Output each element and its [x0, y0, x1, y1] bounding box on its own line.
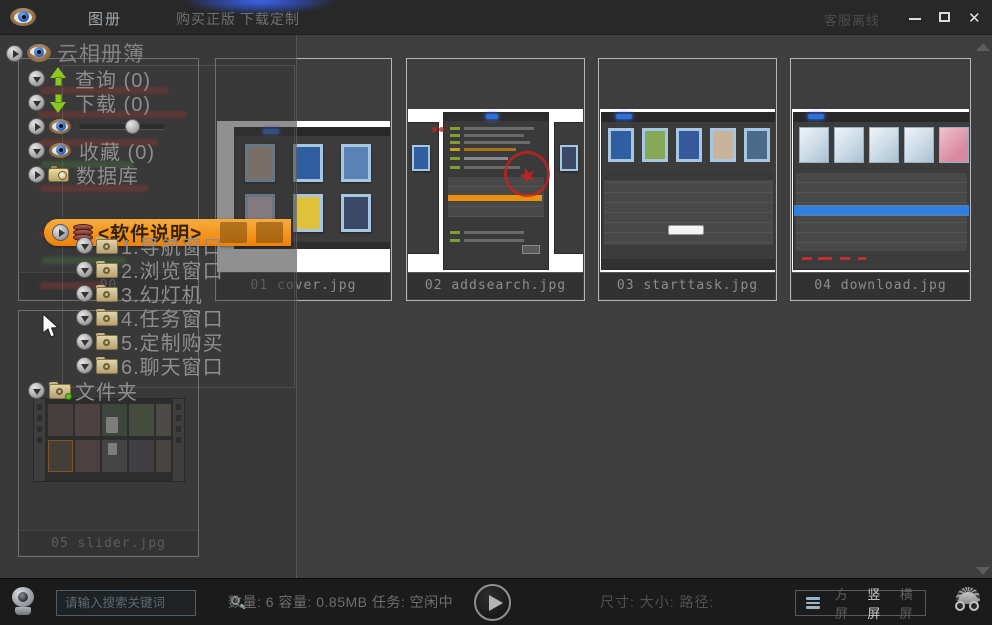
eye-icon — [49, 143, 71, 158]
tree-item-opacity-slider[interactable] — [28, 114, 165, 138]
expander-icon[interactable] — [76, 237, 93, 254]
expander-icon[interactable] — [28, 118, 45, 135]
view-mode-portrait[interactable]: 竖屏 — [867, 584, 885, 622]
thumbnail-preview — [792, 109, 969, 274]
robot-settings-icon[interactable] — [950, 585, 986, 621]
thumbnail-card[interactable]: 03 starttask.jpg — [598, 58, 777, 301]
status-bar: 数量: 6 容量: 0.85MB 任务: 空闲中 尺寸: 大小: 路径: 方屏 … — [0, 578, 992, 625]
thumbnail-grid-area: 00 01 cover. — [0, 35, 992, 578]
webcam-icon — [27, 44, 51, 62]
expander-icon[interactable] — [28, 94, 45, 111]
app-logo-eye-icon — [10, 6, 36, 28]
search-box[interactable] — [56, 590, 196, 616]
eye-icon — [49, 119, 71, 134]
tree-item-label: 下载 (0) — [75, 88, 151, 117]
maximize-icon — [939, 12, 950, 22]
folder-root-icon — [49, 382, 71, 399]
folder-icon — [96, 333, 118, 350]
thumbnail-preview — [600, 109, 775, 274]
collection-stats: 数量: 6 容量: 0.85MB 任务: 空闲中 — [228, 579, 453, 625]
folder-icon — [96, 357, 118, 374]
thumbnail-filename: 03 starttask.jpg — [600, 272, 775, 299]
webcam-icon — [8, 587, 38, 617]
tree-item-chat-window[interactable]: 6.聊天窗口 — [76, 353, 224, 377]
tab-album[interactable]: 图册 — [88, 8, 122, 29]
view-mode-square[interactable]: 方屏 — [835, 584, 853, 622]
expander-icon[interactable] — [28, 166, 45, 183]
down-arrow-icon — [50, 91, 66, 113]
selected-row-highlight — [794, 207, 969, 214]
thumbnail-preview: ★ — [408, 109, 583, 274]
folder-icon — [96, 285, 118, 302]
tree-item-label: 数据库 — [76, 160, 139, 189]
expander-icon[interactable] — [28, 382, 45, 399]
play-icon — [489, 595, 503, 611]
app-window: 图册 购买正版 下载定制 客服离线 ✕ 00 — [0, 0, 992, 625]
expander-icon[interactable] — [76, 309, 93, 326]
tree-item-folders[interactable]: 文件夹 — [28, 378, 138, 402]
camera-icon — [48, 166, 69, 182]
expander-icon[interactable] — [6, 45, 23, 62]
menu-download-custom[interactable]: 下载定制 — [240, 9, 300, 29]
tree-item-database[interactable]: 数据库 — [28, 162, 139, 186]
tree-item-cloud-album[interactable]: 云相册簿 — [6, 41, 145, 65]
up-arrow-icon — [50, 67, 66, 89]
tree-item-slideshow[interactable]: 3.幻灯机 — [76, 281, 203, 305]
tree-item-nav-window[interactable]: 1.导航窗口 — [76, 233, 224, 257]
tree-item-query[interactable]: 查询 (0) — [28, 66, 151, 90]
tree-item-custom-purchase[interactable]: 5.定制购买 — [76, 329, 224, 353]
folder-icon — [96, 237, 118, 254]
close-icon: ✕ — [968, 9, 981, 27]
folder-icon — [96, 261, 118, 278]
thumbnail-card[interactable]: ★ 02 addsearch.jpg — [406, 58, 585, 301]
thumbnail-filename: 04 download.jpg — [792, 272, 969, 299]
show-through-thumb — [256, 222, 283, 243]
expander-icon[interactable] — [52, 224, 69, 241]
tree-item-browse-window[interactable]: 2.浏览窗口 — [76, 257, 224, 281]
mouse-cursor — [42, 313, 60, 339]
maximize-button[interactable] — [931, 0, 959, 35]
expander-icon[interactable] — [76, 285, 93, 302]
expander-icon[interactable] — [76, 333, 93, 350]
titlebar: 图册 购买正版 下载定制 客服离线 ✕ — [0, 0, 992, 35]
tree-item-favorites[interactable]: 收藏 (0) — [28, 138, 155, 162]
scroll-up-arrow[interactable] — [976, 43, 990, 51]
view-mode-landscape[interactable]: 横屏 — [900, 584, 918, 622]
opacity-slider[interactable] — [79, 124, 165, 129]
expander-icon[interactable] — [28, 142, 45, 159]
thumbnail-card[interactable]: 04 download.jpg — [790, 58, 971, 301]
expander-icon[interactable] — [76, 261, 93, 278]
file-info-labels: 尺寸: 大小: 路径: — [600, 579, 714, 625]
close-button[interactable]: ✕ — [961, 0, 989, 35]
scroll-down-arrow[interactable] — [976, 567, 990, 575]
expander-icon[interactable] — [76, 357, 93, 374]
search-input[interactable] — [57, 596, 230, 610]
customer-service-status: 客服离线 — [824, 10, 880, 29]
minimize-icon — [909, 18, 921, 20]
expander-icon[interactable] — [28, 70, 45, 87]
thumbnail-filename: 02 addsearch.jpg — [408, 272, 583, 299]
navigation-tree-panel: 云相册簿 查询 (0) 下载 (0) — [0, 35, 297, 578]
tree-item-label: 文件夹 — [75, 376, 138, 405]
tree-item-task-window[interactable]: 4.任务窗口 — [76, 305, 224, 329]
tree-item-download[interactable]: 下载 (0) — [28, 90, 151, 114]
list-view-icon[interactable] — [806, 597, 820, 609]
folder-icon — [96, 309, 118, 326]
view-mode-switcher: 方屏 竖屏 横屏 — [795, 590, 926, 616]
minimize-button[interactable] — [901, 0, 929, 35]
slider-knob[interactable] — [125, 119, 140, 134]
show-through-thumb — [220, 222, 247, 243]
play-button[interactable] — [474, 584, 511, 621]
menu-buy-genuine[interactable]: 购买正版 — [176, 9, 236, 29]
